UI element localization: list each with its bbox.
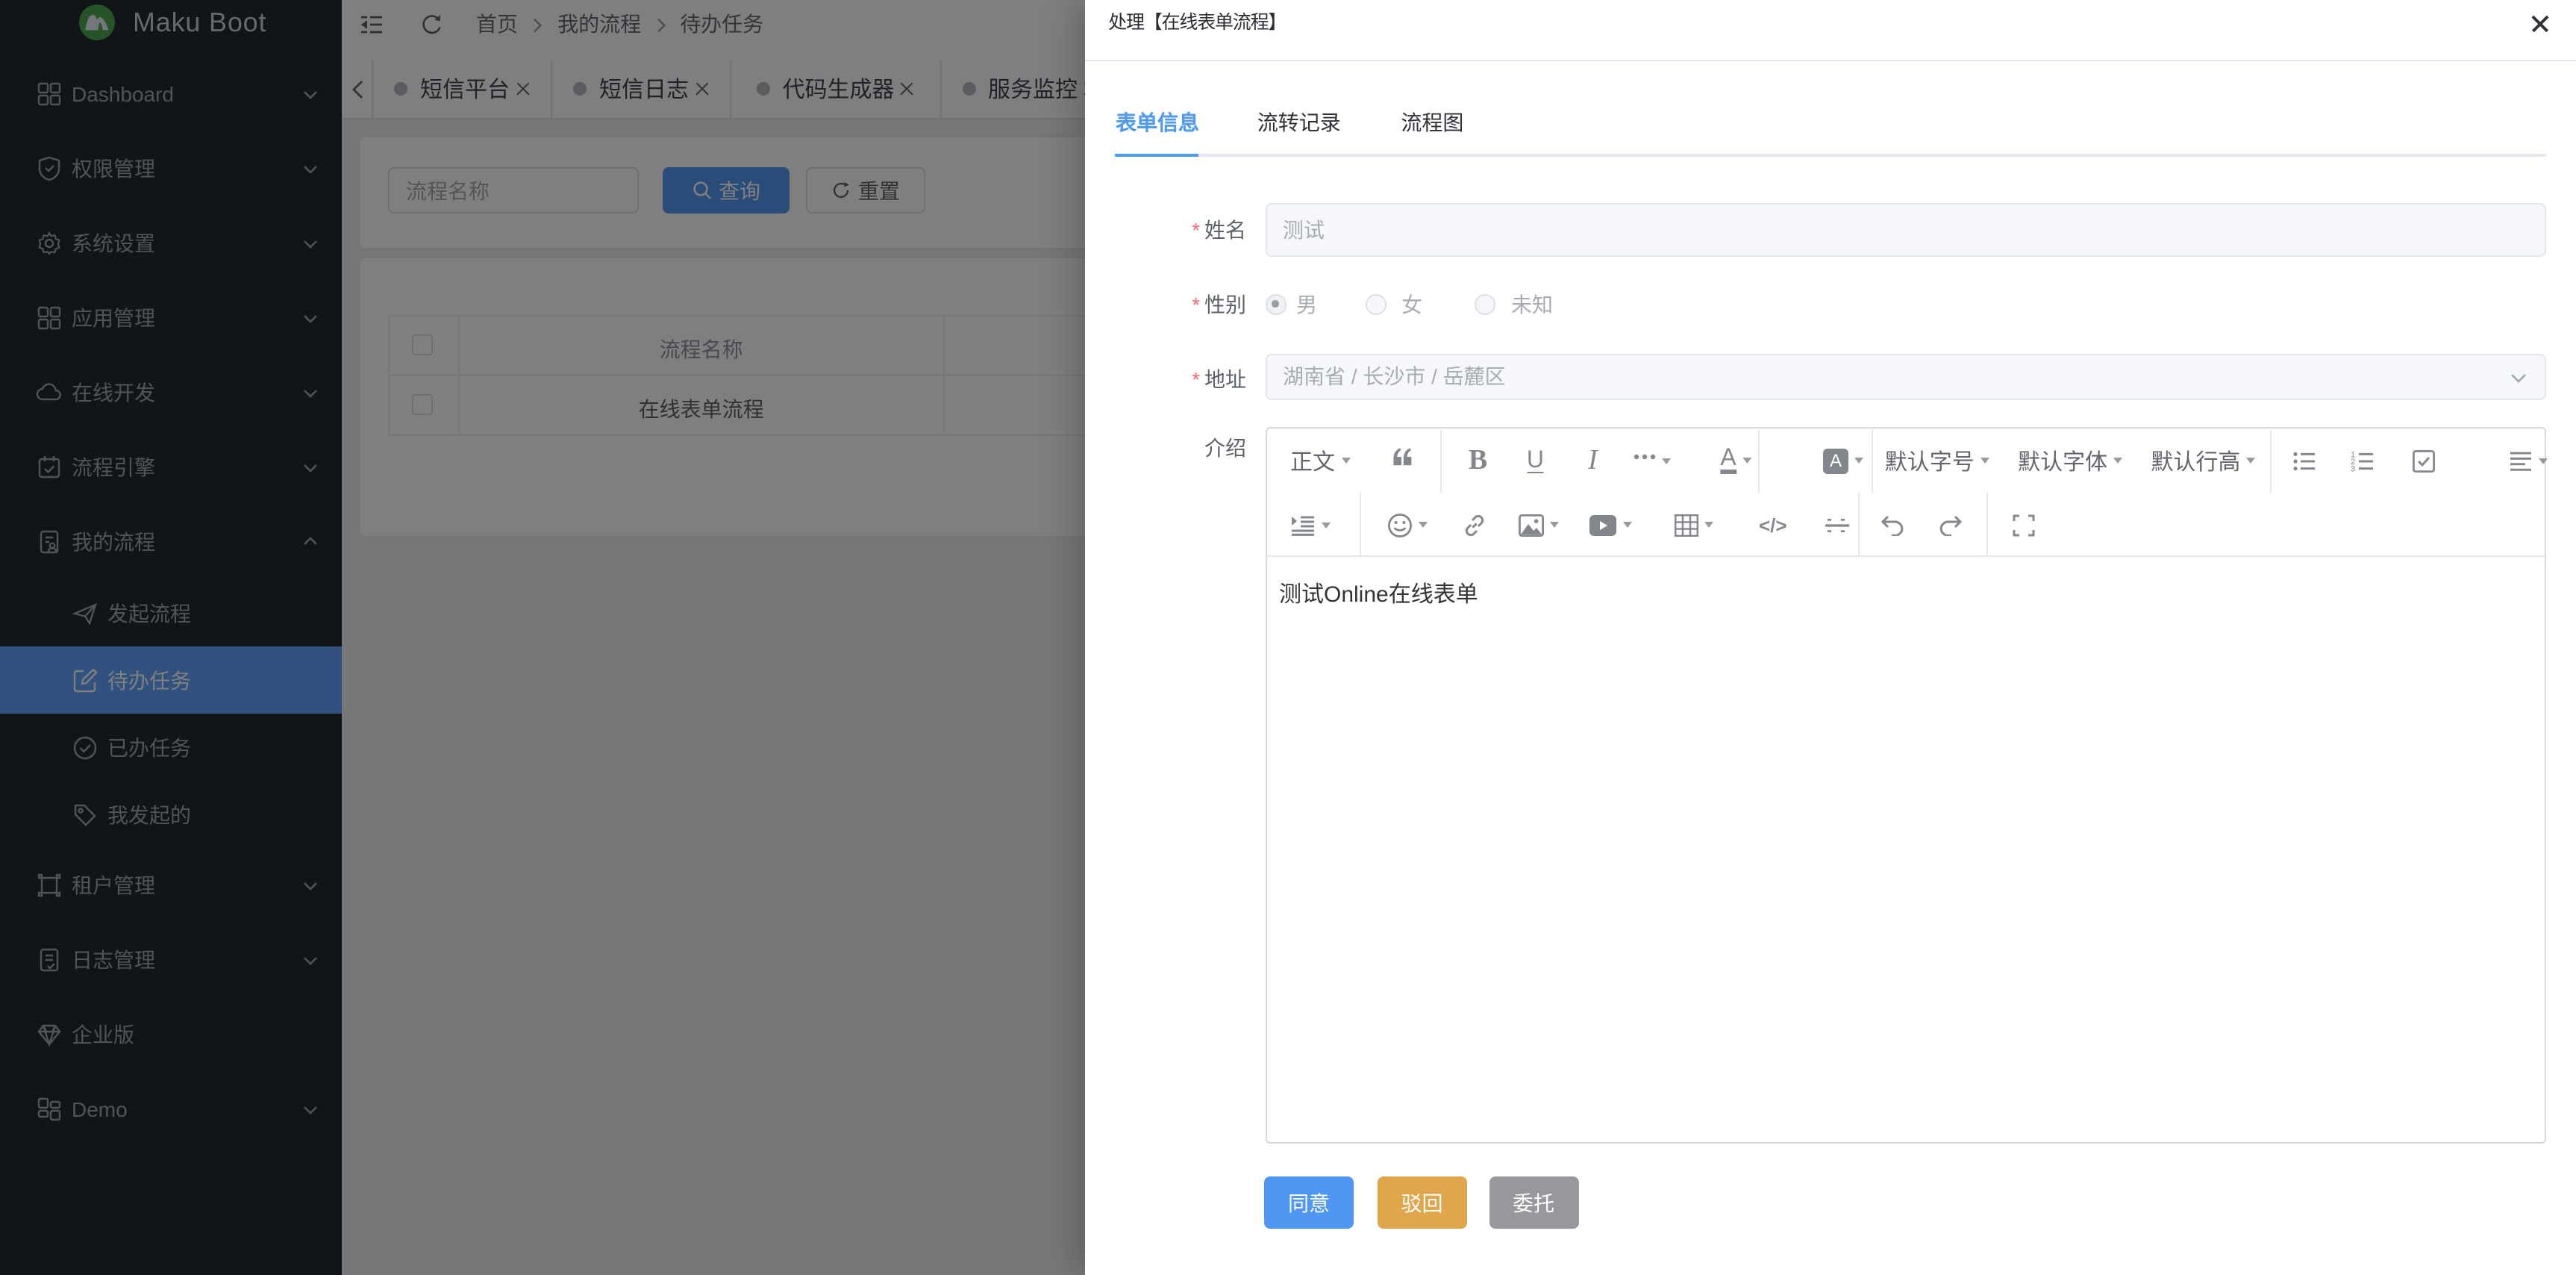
svg-text:3: 3	[2351, 464, 2355, 473]
